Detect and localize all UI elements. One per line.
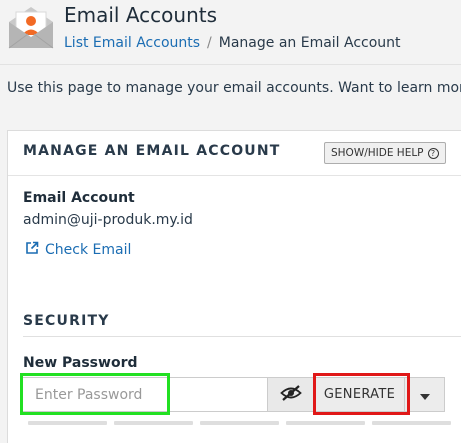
- check-email-label: Check Email: [45, 242, 132, 258]
- page-title: Email Accounts: [64, 3, 218, 27]
- intro-text: Use this page to manage your email accou…: [7, 80, 461, 96]
- security-divider: [23, 336, 461, 337]
- password-input-group: GENERATE: [22, 377, 445, 412]
- header-divider: [0, 64, 461, 65]
- strength-segment: [200, 421, 279, 425]
- generate-password-button[interactable]: GENERATE: [315, 377, 405, 412]
- breadcrumb-separator: /: [207, 35, 212, 51]
- email-account-value: admin@uji-produk.my.id: [23, 212, 193, 228]
- security-heading: SECURITY: [23, 313, 110, 329]
- strength-segment: [114, 421, 193, 425]
- generate-options-dropdown[interactable]: [405, 377, 445, 412]
- new-password-label: New Password: [23, 355, 138, 371]
- panel-title: MANAGE AN EMAIL ACCOUNT: [23, 143, 281, 159]
- email-account-label: Email Account: [23, 190, 135, 206]
- caret-down-icon: [419, 385, 430, 404]
- breadcrumb-current: Manage an Email Account: [218, 35, 401, 51]
- breadcrumb-list-email-accounts[interactable]: List Email Accounts: [64, 35, 200, 51]
- strength-segment: [28, 421, 107, 425]
- show-hide-help-button[interactable]: SHOW/HIDE HELP ?: [324, 142, 446, 164]
- manage-email-page: Email Accounts List Email Accounts / Manag…: [0, 0, 461, 443]
- check-email-link[interactable]: Check Email: [25, 241, 131, 259]
- external-link-icon: [25, 241, 39, 259]
- strength-segment: [372, 421, 451, 425]
- show-hide-help-label: SHOW/HIDE HELP: [331, 147, 424, 159]
- question-circle-icon: ?: [427, 147, 439, 159]
- breadcrumb: List Email Accounts / Manage an Email Acco…: [64, 35, 401, 51]
- password-strength-meter: [28, 421, 451, 425]
- manage-account-panel: MANAGE AN EMAIL ACCOUNT SHOW/HIDE HELP ?…: [7, 130, 461, 443]
- panel-heading: MANAGE AN EMAIL ACCOUNT SHOW/HIDE HELP ?: [8, 131, 461, 176]
- password-input[interactable]: [22, 377, 267, 412]
- eye-slash-icon: [280, 384, 302, 405]
- strength-segment: [286, 421, 365, 425]
- toggle-password-visibility-button[interactable]: [267, 377, 315, 412]
- email-accounts-icon: [6, 4, 56, 50]
